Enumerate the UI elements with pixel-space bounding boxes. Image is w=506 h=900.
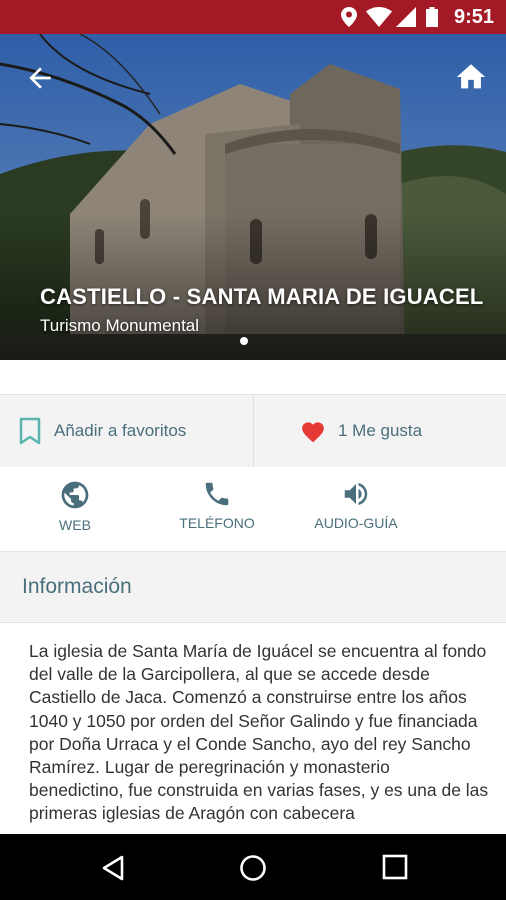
audio-guide-button[interactable]: AUDIO-GUÍA (308, 479, 404, 531)
bookmark-icon (19, 417, 41, 445)
audio-guide-label: AUDIO-GUÍA (314, 515, 398, 531)
web-label: WEB (59, 517, 91, 533)
info-section-header[interactable]: Información (0, 552, 506, 623)
like-count: 1 Me gusta (338, 421, 423, 440)
phone-label: TELÉFONO (179, 515, 255, 531)
like-button[interactable]: 1 Me gusta (300, 395, 422, 467)
divider (253, 395, 254, 467)
recents-nav-icon[interactable] (382, 854, 408, 880)
info-title: Información (22, 575, 132, 598)
home-icon[interactable] (454, 60, 488, 94)
description-text: La iglesia de Santa María de Iguácel se … (29, 641, 489, 824)
actions-row: Añadir a favoritos 1 Me gusta (0, 394, 506, 468)
home-nav-icon[interactable] (239, 854, 267, 882)
signal-icon (396, 7, 416, 27)
volume-icon (344, 483, 368, 505)
globe-icon (61, 481, 89, 509)
location-icon (341, 7, 357, 27)
back-nav-icon[interactable] (100, 854, 126, 882)
back-arrow-icon[interactable] (24, 62, 56, 94)
web-button[interactable]: WEB (50, 479, 100, 533)
phone-button[interactable]: TELÉFONO (172, 479, 262, 531)
status-bar: 9:51 (0, 0, 506, 34)
wifi-icon (366, 7, 392, 27)
phone-icon (205, 482, 229, 506)
navigation-bar (0, 834, 506, 900)
place-title: CASTIELLO - SANTA MARIA DE IGUACEL (40, 284, 484, 309)
status-time: 9:51 (453, 6, 494, 28)
favorite-label: Añadir a favoritos (54, 421, 187, 440)
spacer (0, 360, 506, 394)
church-photo (0, 34, 506, 360)
add-favorite-button[interactable]: Añadir a favoritos (18, 395, 186, 467)
carousel-indicator[interactable] (240, 337, 248, 345)
place-category: Turismo Monumental (40, 316, 200, 335)
heart-icon (302, 422, 324, 443)
battery-icon (426, 7, 438, 27)
contact-row: WEB TELÉFONO AUDIO-GUÍA (0, 467, 506, 552)
hero-image: CASTIELLO - SANTA MARIA DE IGUACEL Turis… (0, 34, 506, 360)
